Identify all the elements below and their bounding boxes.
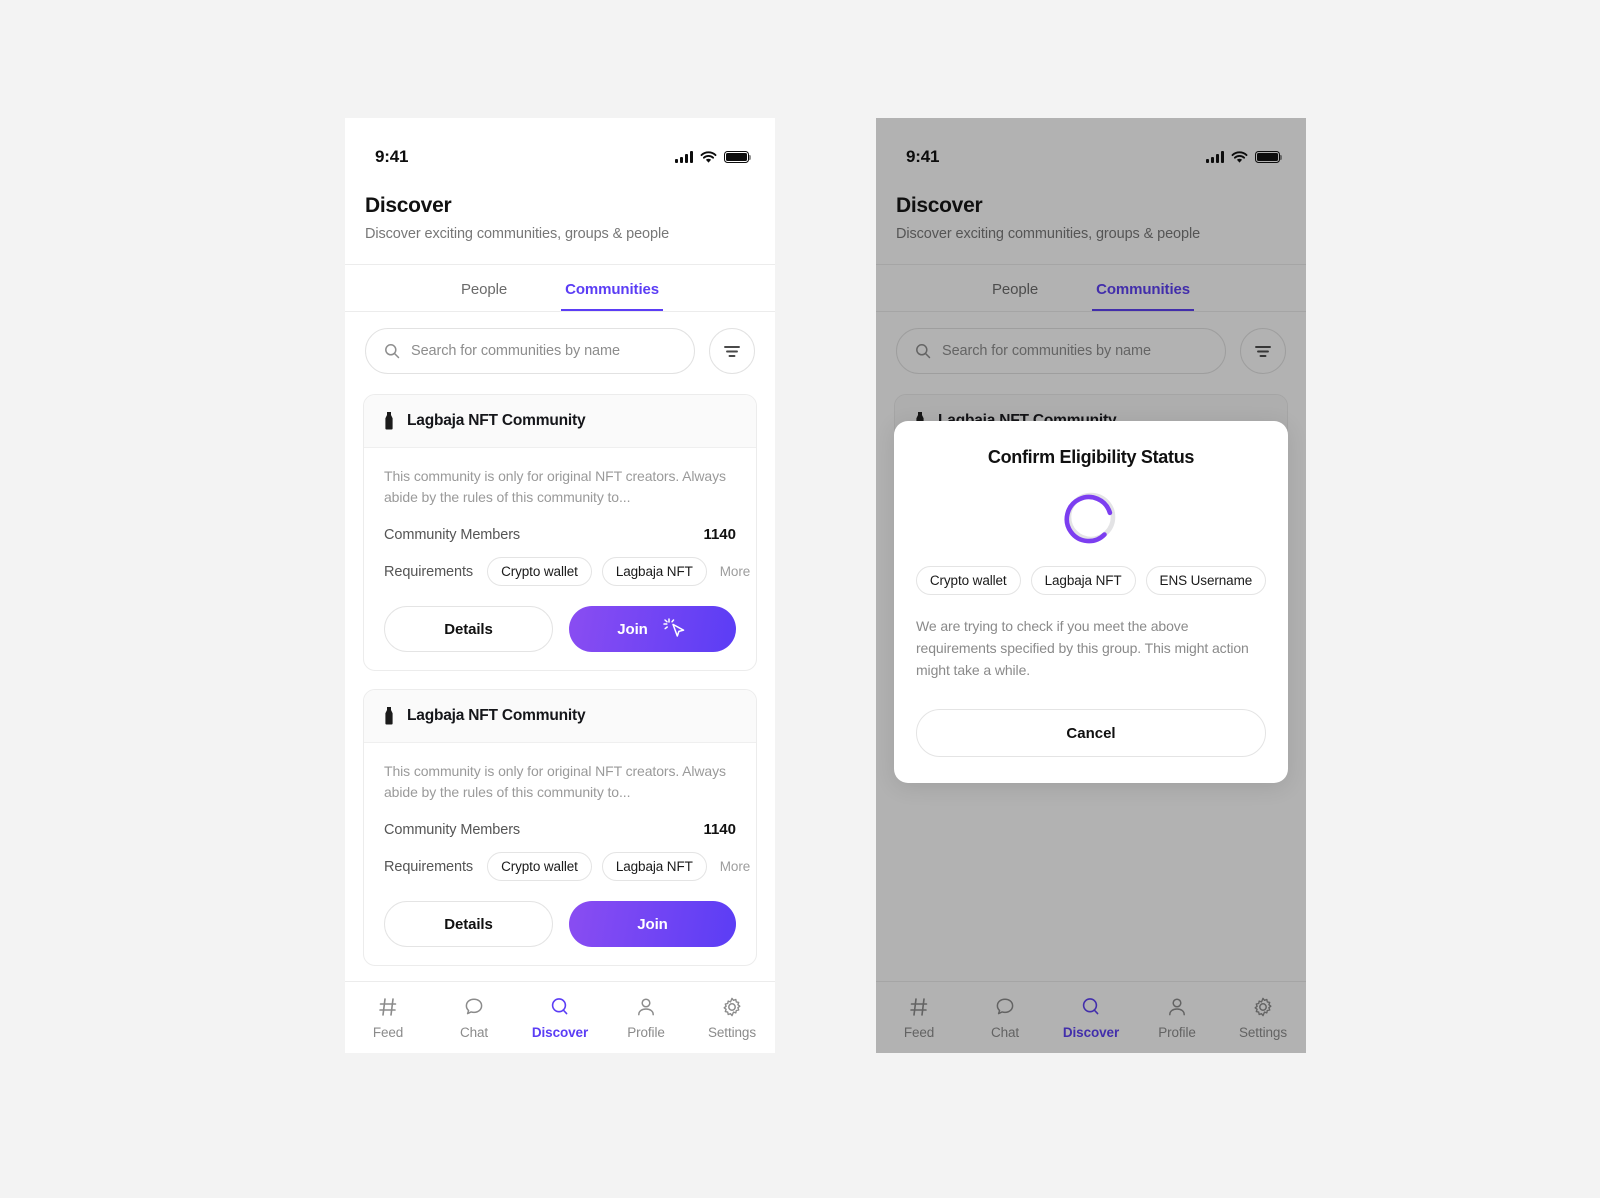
gear-icon: [723, 997, 741, 1016]
modal-requirement-chips: Crypto wallet Lagbaja NFT ENS Username: [915, 566, 1267, 595]
nav-item-chat[interactable]: Chat: [431, 996, 517, 1040]
community-card-header: Lagbaja NFT Community: [364, 395, 756, 448]
chat-bubble-icon: [465, 997, 483, 1014]
search-row: Search for communities by name: [345, 312, 775, 374]
nav-label-profile: Profile: [627, 1024, 665, 1040]
canvas: 9:41 Discover Discover exciting communit…: [0, 0, 1600, 1198]
app-screen-default: 9:41 Discover Discover exciting communit…: [345, 118, 775, 1053]
community-badge-icon: [385, 707, 393, 725]
tab-bar: People Communities: [345, 265, 775, 312]
status-bar: 9:41: [345, 118, 775, 178]
eligibility-modal: Confirm Eligibility Status Crypto wallet…: [894, 421, 1288, 783]
community-requirements-row: Requirements Crypto wallet Lagbaja NFT M…: [384, 557, 750, 586]
page-subtitle: Discover exciting communities, groups & …: [365, 226, 670, 242]
bottom-navigation: Feed Chat Discover Profile Settings: [345, 981, 775, 1053]
search-placeholder: Search for communities by name: [411, 343, 620, 359]
community-members-value: 1140: [703, 821, 736, 838]
community-card-body: This community is only for original NFT …: [364, 743, 756, 965]
community-card-header: Lagbaja NFT Community: [364, 690, 756, 743]
requirements-label: Requirements: [384, 563, 474, 580]
modal-requirement-chip[interactable]: Crypto wallet: [915, 566, 1021, 595]
requirements-more-link[interactable]: More: [717, 852, 756, 881]
phone-frame-modal: 9:41 Discover Discover exciting communit…: [876, 118, 1306, 1053]
filter-icon: [724, 346, 740, 357]
hash-icon: [379, 997, 397, 1016]
nav-label-settings: Settings: [708, 1024, 756, 1040]
join-button-label: Join: [637, 915, 668, 933]
requirement-chip[interactable]: Crypto wallet: [487, 557, 592, 586]
cancel-button[interactable]: Cancel: [916, 709, 1266, 757]
page-title: Discover: [365, 194, 452, 217]
modal-requirement-chip[interactable]: Lagbaja NFT: [1030, 566, 1136, 595]
battery-full-icon: [724, 150, 752, 164]
cellular-bars-icon: [675, 151, 693, 163]
wifi-icon: [700, 150, 717, 163]
community-card-actions: Details Join: [384, 606, 736, 652]
join-button[interactable]: Join: [569, 901, 736, 947]
community-description: This community is only for original NFT …: [384, 468, 726, 505]
search-icon: [385, 344, 400, 359]
community-name: Lagbaja NFT Community: [407, 412, 586, 429]
click-cursor-icon: [662, 618, 684, 637]
filter-button[interactable]: [709, 328, 755, 374]
status-bar-icons: [675, 150, 752, 164]
join-button[interactable]: Join: [569, 606, 736, 652]
nav-item-settings[interactable]: Settings: [689, 996, 775, 1040]
community-description: This community is only for original NFT …: [384, 763, 726, 800]
search-input[interactable]: Search for communities by name: [365, 328, 695, 374]
details-button[interactable]: Details: [384, 901, 553, 947]
community-members-row: Community Members 1140: [384, 526, 736, 543]
nav-item-discover[interactable]: Discover: [517, 996, 603, 1040]
requirements-label: Requirements: [384, 858, 474, 875]
phone-frame-default: 9:41 Discover Discover exciting communit…: [345, 118, 775, 1053]
requirement-chip[interactable]: Lagbaja NFT: [601, 852, 707, 881]
requirement-chip[interactable]: Crypto wallet: [487, 852, 592, 881]
community-members-row: Community Members 1140: [384, 821, 736, 838]
community-members-value: 1140: [703, 526, 736, 543]
nav-label-discover: Discover: [531, 1024, 589, 1040]
nav-label-feed: Feed: [372, 1024, 404, 1040]
details-button[interactable]: Details: [384, 606, 553, 652]
requirement-chip[interactable]: Lagbaja NFT: [601, 557, 707, 586]
community-name: Lagbaja NFT Community: [407, 707, 586, 724]
community-members-label: Community Members: [384, 526, 521, 543]
nav-item-feed[interactable]: Feed: [345, 996, 431, 1040]
community-card-list: Lagbaja NFT Community This community is …: [345, 374, 775, 966]
loading-spinner-icon: [1064, 492, 1116, 544]
community-card: Lagbaja NFT Community This community is …: [363, 394, 757, 671]
tab-communities[interactable]: Communities: [561, 281, 664, 311]
modal-title: Confirm Eligibility Status: [987, 447, 1195, 467]
requirements-more-link[interactable]: More: [717, 557, 756, 586]
spinner-wrap: [916, 490, 1266, 544]
tab-people[interactable]: People: [457, 281, 511, 311]
community-card-body: This community is only for original NFT …: [364, 448, 756, 670]
community-members-label: Community Members: [384, 821, 521, 838]
app-screen-modal: 9:41 Discover Discover exciting communit…: [876, 118, 1306, 1053]
modal-body-text: We are trying to check if you meet the a…: [916, 618, 1249, 678]
search-icon: [551, 997, 568, 1014]
community-card: Lagbaja NFT Community This community is …: [363, 689, 757, 966]
page-header: Discover Discover exciting communities, …: [345, 178, 775, 265]
nav-item-profile[interactable]: Profile: [603, 996, 689, 1040]
join-button-label: Join: [617, 620, 648, 638]
community-badge-icon: [385, 412, 393, 430]
nav-label-chat: Chat: [459, 1024, 489, 1040]
community-requirements-row: Requirements Crypto wallet Lagbaja NFT M…: [384, 852, 750, 881]
modal-requirement-chip[interactable]: ENS Username: [1145, 566, 1267, 595]
community-card-actions: Details Join: [384, 901, 736, 947]
person-icon: [638, 997, 654, 1015]
status-bar-clock: 9:41: [375, 147, 409, 166]
